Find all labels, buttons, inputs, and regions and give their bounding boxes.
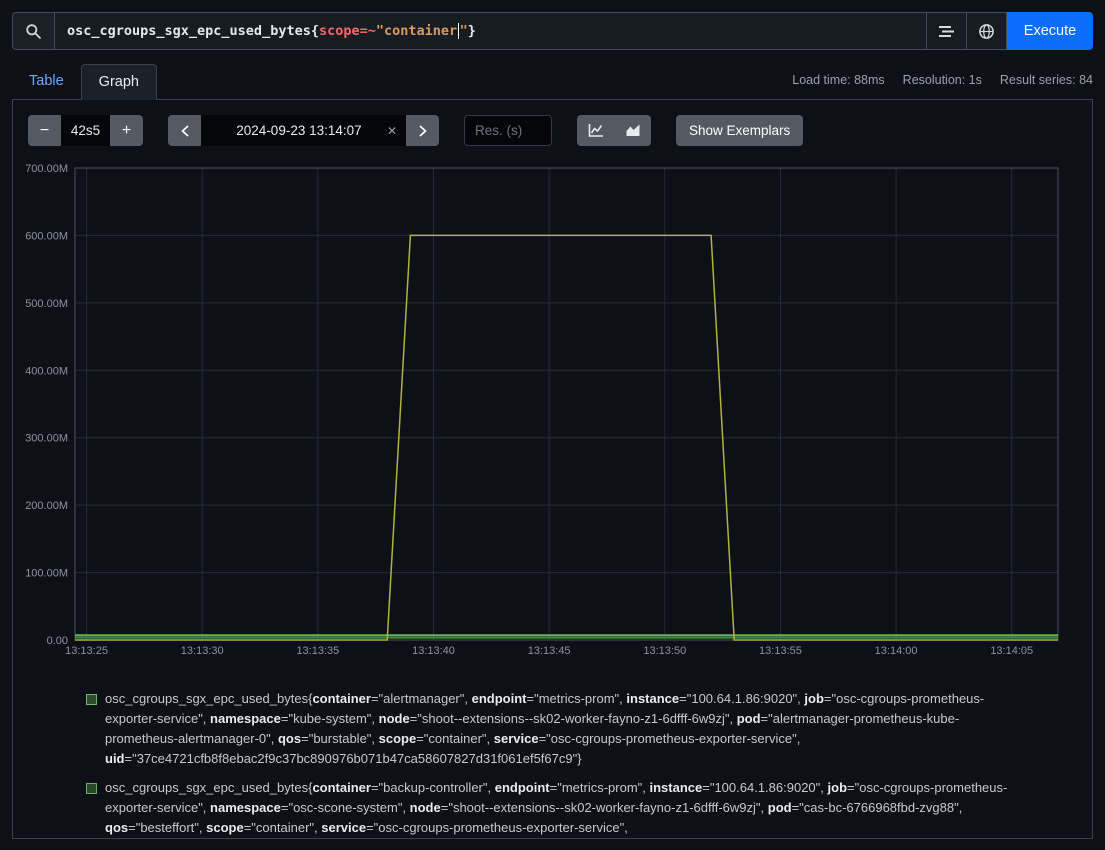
time-forward-button[interactable] (406, 115, 439, 146)
range-decrease-button[interactable]: − (28, 115, 61, 146)
resolution-input[interactable] (464, 115, 552, 146)
range-duration-input[interactable] (61, 115, 110, 146)
query-token: =~ (360, 23, 376, 39)
result-series-stat: Result series: 84 (1000, 73, 1093, 87)
show-exemplars-button[interactable]: Show Exemplars (676, 115, 803, 146)
svg-text:200.00M: 200.00M (25, 500, 68, 512)
query-input[interactable]: osc_cgroups_sgx_epc_used_bytes{scope=~"c… (54, 12, 927, 50)
graph-panel: − + 2024-09-23 13:14:07 ✕ (12, 99, 1093, 839)
globe-icon (978, 23, 995, 40)
range-stepper: − + (28, 115, 143, 146)
range-increase-button[interactable]: + (110, 115, 143, 146)
svg-text:13:13:25: 13:13:25 (65, 645, 108, 657)
query-token: } (468, 23, 476, 39)
stacked-chart-button[interactable] (614, 115, 651, 146)
execute-button[interactable]: Execute (1007, 12, 1093, 50)
query-token: scope (319, 23, 360, 39)
svg-text:13:14:05: 13:14:05 (990, 645, 1033, 657)
svg-text:100.00M: 100.00M (25, 568, 68, 580)
series-color-swatch (86, 783, 97, 794)
svg-text:0.00: 0.00 (47, 635, 68, 647)
tab-graph[interactable]: Graph (81, 64, 157, 100)
svg-text:13:13:50: 13:13:50 (643, 645, 686, 657)
globe-button[interactable] (967, 12, 1007, 50)
svg-text:13:13:30: 13:13:30 (181, 645, 224, 657)
end-time-value: 2024-09-23 13:14:07 (211, 123, 387, 138)
svg-text:13:13:40: 13:13:40 (412, 645, 455, 657)
legend-item[interactable]: osc_cgroups_sgx_epc_used_bytes{container… (86, 689, 1077, 769)
graph-canvas[interactable]: 13:13:25 13:13:30 13:13:35 13:13:40 13:13:45… (25, 161, 1076, 659)
svg-text:13:14:00: 13:14:00 (875, 645, 918, 657)
svg-text:600.00M: 600.00M (25, 230, 68, 242)
svg-text:300.00M: 300.00M (25, 433, 68, 445)
svg-text:400.00M: 400.00M (25, 365, 68, 377)
query-token: " (460, 23, 468, 39)
time-stepper: 2024-09-23 13:14:07 ✕ (168, 115, 439, 146)
graph-controls: − + 2024-09-23 13:14:07 ✕ (28, 115, 1077, 146)
tabs-row: Table Graph Load time: 88ms Resolution: … (12, 64, 1093, 99)
svg-text:500.00M: 500.00M (25, 298, 68, 310)
svg-text:13:13:35: 13:13:35 (296, 645, 339, 657)
series-label: osc_cgroups_sgx_epc_used_bytes{container… (105, 689, 1011, 769)
search-addon (12, 12, 54, 50)
resolution-stat: Resolution: 1s (903, 73, 982, 87)
load-time-stat: Load time: 88ms (792, 73, 884, 87)
line-chart-icon (588, 123, 604, 138)
staggered-bars-icon (938, 24, 955, 39)
svg-text:13:13:55: 13:13:55 (759, 645, 802, 657)
stacked-area-icon (625, 123, 641, 138)
end-time-input[interactable]: 2024-09-23 13:14:07 ✕ (201, 115, 406, 146)
query-token: osc_cgroups_sgx_epc_used_bytes{ (67, 23, 319, 39)
query-bar: osc_cgroups_sgx_epc_used_bytes{scope=~"c… (12, 12, 1093, 50)
series-label: osc_cgroups_sgx_epc_used_bytes{container… (105, 778, 1011, 839)
chart-area: 13:13:25 13:13:30 13:13:35 13:13:40 13:13:45… (25, 161, 1077, 659)
svg-text:700.00M: 700.00M (25, 163, 68, 175)
chart-type-toggle (577, 115, 651, 146)
search-icon (25, 23, 42, 40)
legend-item[interactable]: osc_cgroups_sgx_epc_used_bytes{container… (86, 778, 1077, 839)
time-back-button[interactable] (168, 115, 201, 146)
svg-text:13:13:45: 13:13:45 (528, 645, 571, 657)
metrics-explorer-button[interactable] (927, 12, 967, 50)
query-stats: Load time: 88ms Resolution: 1s Result se… (792, 73, 1093, 99)
legend: osc_cgroups_sgx_epc_used_bytes{container… (86, 689, 1077, 839)
clear-time-icon[interactable]: ✕ (387, 124, 397, 138)
tab-table[interactable]: Table (12, 64, 81, 99)
line-chart-button[interactable] (577, 115, 614, 146)
series-color-swatch (86, 694, 97, 705)
query-token: "container (376, 23, 457, 39)
